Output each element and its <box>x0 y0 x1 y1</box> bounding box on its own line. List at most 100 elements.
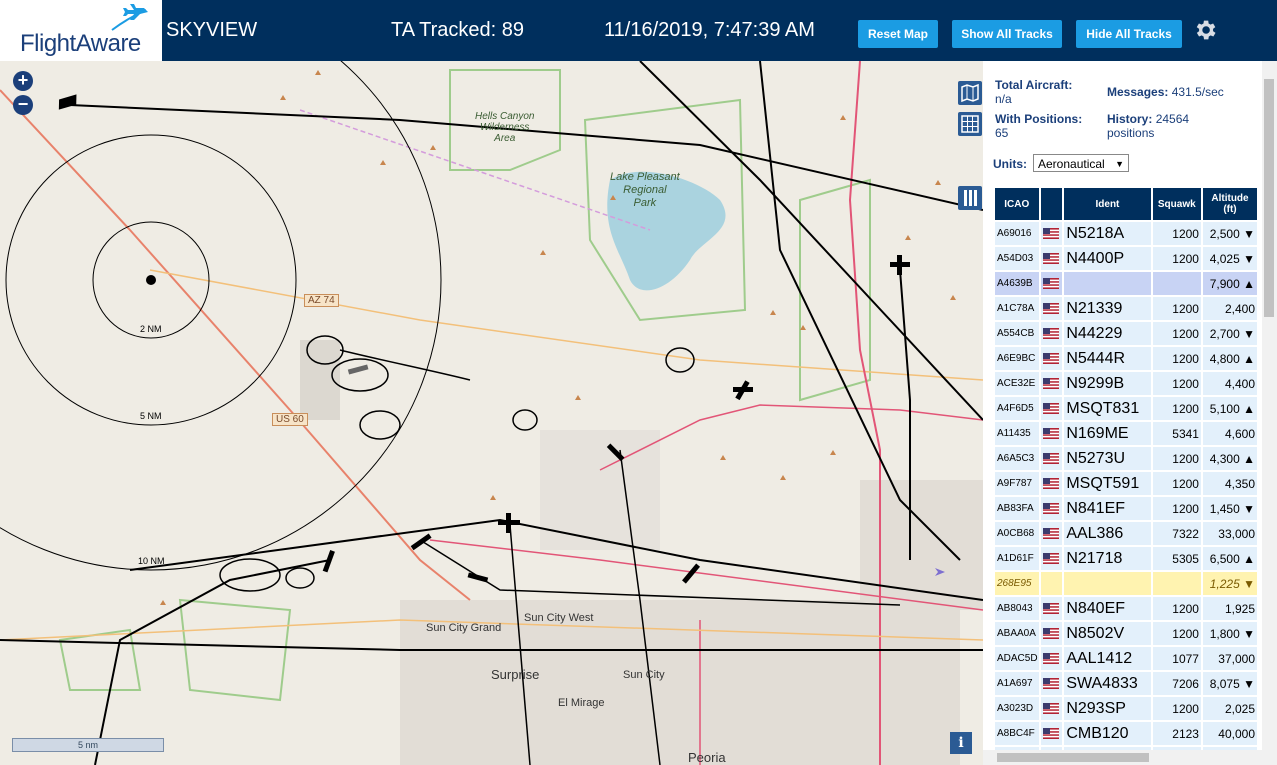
aircraft-table: ICAO Ident Squawk Altitude (ft) A69016 N52… <box>993 186 1259 765</box>
ident-cell: N9299B <box>1064 372 1151 395</box>
columns-icon[interactable] <box>958 186 982 210</box>
altitude-cell: 2,400 <box>1202 297 1257 320</box>
table-row[interactable]: A8BC4F CMB120 2123 40,000 <box>995 722 1257 745</box>
zoom-in-button[interactable]: + <box>13 71 33 91</box>
ident-cell <box>1064 272 1151 295</box>
table-row[interactable]: A1C78A N21339 1200 2,400 <box>995 297 1257 320</box>
table-row[interactable]: A11435 N169ME 5341 4,600 <box>995 422 1257 445</box>
scrollbar-thumb[interactable] <box>1264 79 1274 317</box>
col-flag[interactable] <box>1040 188 1063 220</box>
table-row[interactable]: A1D61F N21718 5305 6,500 ▲ <box>995 547 1257 570</box>
ident-cell: N4400P <box>1064 247 1151 270</box>
altitude-cell: 33,000 <box>1202 522 1257 545</box>
altitude-cell: 4,800 ▲ <box>1202 347 1257 370</box>
ident-cell: AAL1412 <box>1064 647 1151 670</box>
table-row[interactable]: ABAA0A N8502V 1200 1,800 ▼ <box>995 622 1257 645</box>
show-all-tracks-button[interactable]: Show All Tracks <box>952 20 1062 48</box>
table-row[interactable]: A69016 N5218A 1200 2,500 ▼ <box>995 222 1257 245</box>
us-flag-icon <box>1040 322 1063 345</box>
squawk-cell: 7206 <box>1152 672 1201 695</box>
table-row[interactable]: A3023D N293SP 1200 2,025 <box>995 697 1257 720</box>
altitude-cell: 2,700 ▼ <box>1202 322 1257 345</box>
info-button[interactable]: i <box>950 732 972 754</box>
us-flag-icon <box>1040 722 1063 745</box>
icao-cell: AB83FA <box>995 497 1039 520</box>
map-layers-icon[interactable] <box>958 81 982 105</box>
table-row[interactable]: A554CB N44229 1200 2,700 ▼ <box>995 322 1257 345</box>
table-row[interactable]: AB8043 N840EF 1200 1,925 <box>995 597 1257 620</box>
us-flag-icon <box>1040 522 1063 545</box>
table-row[interactable]: A1A697 SWA4833 7206 8,075 ▼ <box>995 672 1257 695</box>
icao-cell: A0CB68 <box>995 522 1039 545</box>
us-flag-icon <box>1040 497 1063 520</box>
col-ident[interactable]: Ident <box>1064 188 1151 220</box>
total-aircraft-stat: Total Aircraft: n/a <box>995 78 1073 106</box>
units-select[interactable]: Aeronautical <box>1033 154 1129 173</box>
squawk-cell <box>1152 572 1201 595</box>
flightaware-logo[interactable]: FlightAware <box>0 0 162 61</box>
us-flag-icon <box>1040 572 1063 595</box>
altitude-cell: 40,000 <box>1202 722 1257 745</box>
squawk-cell: 1200 <box>1152 472 1201 495</box>
table-row[interactable]: ACE32E N9299B 1200 4,400 <box>995 372 1257 395</box>
icao-cell: ADAC5D <box>995 647 1039 670</box>
ident-cell: AAL386 <box>1064 522 1151 545</box>
table-row[interactable]: AB83FA N841EF 1200 1,450 ▼ <box>995 497 1257 520</box>
us-flag-icon <box>1040 447 1063 470</box>
table-row[interactable]: A6A5C3 N5273U 1200 4,300 ▲ <box>995 447 1257 470</box>
table-row[interactable]: 268E95 1,225 ▼ <box>995 572 1257 595</box>
col-icao[interactable]: ICAO <box>995 188 1039 220</box>
table-row[interactable]: A4639B 7,900 ▲ <box>995 272 1257 295</box>
col-altitude[interactable]: Altitude (ft) <box>1202 188 1257 220</box>
table-row[interactable]: A9F787 MSQT591 1200 4,350 <box>995 472 1257 495</box>
reset-map-button[interactable]: Reset Map <box>858 20 938 48</box>
us-flag-icon <box>1040 547 1063 570</box>
table-row[interactable]: A4F6D5 MSQT831 1200 5,100 ▲ <box>995 397 1257 420</box>
ring-label-5nm: 5 NM <box>140 411 162 421</box>
ident-cell: MSQT831 <box>1064 397 1151 420</box>
col-squawk[interactable]: Squawk <box>1152 188 1201 220</box>
altitude-cell: 7,900 ▲ <box>1202 272 1257 295</box>
sun-city-grand-label: Sun City Grand <box>426 622 502 634</box>
ring-label-10nm: 10 NM <box>138 556 165 566</box>
hscrollbar-thumb[interactable] <box>997 753 1149 762</box>
el-mirage-label: El Mirage <box>558 697 605 709</box>
sun-city-west-label: Sun City West <box>524 612 594 624</box>
panel-hscrollbar[interactable] <box>983 750 1262 765</box>
altitude-cell: 1,800 ▼ <box>1202 622 1257 645</box>
icao-cell: A4F6D5 <box>995 397 1039 420</box>
altitude-cell: 6,500 ▲ <box>1202 547 1257 570</box>
table-row[interactable]: A54D03 N4400P 1200 4,025 ▼ <box>995 247 1257 270</box>
grid-icon[interactable] <box>958 112 982 136</box>
us-flag-icon <box>1040 347 1063 370</box>
zoom-out-button[interactable]: − <box>13 95 33 115</box>
us60-shield: US 60 <box>272 413 308 426</box>
map-view[interactable]: Hells Canyon Wilderness Area Lake Pleasant… <box>0 61 983 765</box>
ident-cell: CMB120 <box>1064 722 1151 745</box>
altitude-cell: 2,500 ▼ <box>1202 222 1257 245</box>
us-flag-icon <box>1040 597 1063 620</box>
table-row[interactable]: ADAC5D AAL1412 1077 37,000 <box>995 647 1257 670</box>
panel-scrollbar[interactable] <box>1262 61 1277 765</box>
us-flag-icon <box>1040 397 1063 420</box>
ident-cell: N169ME <box>1064 422 1151 445</box>
squawk-cell: 1200 <box>1152 322 1201 345</box>
table-row[interactable]: A6E9BC N5444R 1200 4,800 ▲ <box>995 347 1257 370</box>
icao-cell: A4639B <box>995 272 1039 295</box>
peoria-label: Peoria <box>688 750 726 765</box>
squawk-cell: 1200 <box>1152 222 1201 245</box>
squawk-cell: 1200 <box>1152 622 1201 645</box>
altitude-cell: 37,000 <box>1202 647 1257 670</box>
icao-cell: A3023D <box>995 697 1039 720</box>
icao-cell: A554CB <box>995 322 1039 345</box>
icao-cell: A8BC4F <box>995 722 1039 745</box>
us-flag-icon <box>1040 222 1063 245</box>
ident-cell: N5273U <box>1064 447 1151 470</box>
squawk-cell <box>1152 272 1201 295</box>
hide-all-tracks-button[interactable]: Hide All Tracks <box>1076 20 1182 48</box>
gear-icon[interactable] <box>1192 17 1218 43</box>
table-row[interactable]: A0CB68 AAL386 7322 33,000 <box>995 522 1257 545</box>
squawk-cell: 1200 <box>1152 247 1201 270</box>
us-flag-icon <box>1040 697 1063 720</box>
az74-shield: AZ 74 <box>304 294 339 307</box>
